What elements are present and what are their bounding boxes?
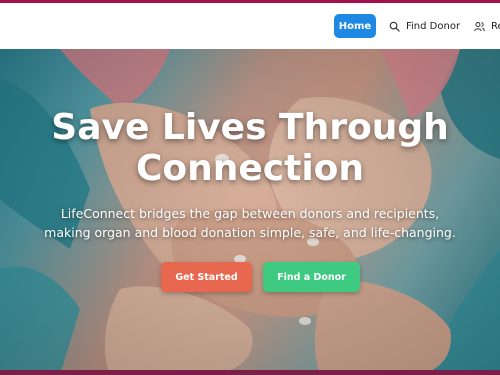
bottom-accent-strip xyxy=(0,370,500,375)
hero-subtitle: LifeConnect bridges the gap between dono… xyxy=(44,206,456,240)
nav-home-button[interactable]: Home xyxy=(334,14,376,38)
nav-find-donor-label: Find Donor xyxy=(406,20,461,32)
navbar: Home Find Donor Re xyxy=(0,3,500,49)
nav-register-label: Re xyxy=(491,20,500,32)
get-started-button[interactable]: Get Started xyxy=(161,262,252,292)
search-icon xyxy=(389,21,400,32)
users-icon xyxy=(474,21,485,31)
nav-register-link[interactable]: Re xyxy=(474,14,500,38)
find-a-donor-button[interactable]: Find a Donor xyxy=(263,262,360,292)
nav-find-donor-link[interactable]: Find Donor xyxy=(389,14,460,38)
hero-title: Save Lives Through Connection xyxy=(51,107,449,189)
